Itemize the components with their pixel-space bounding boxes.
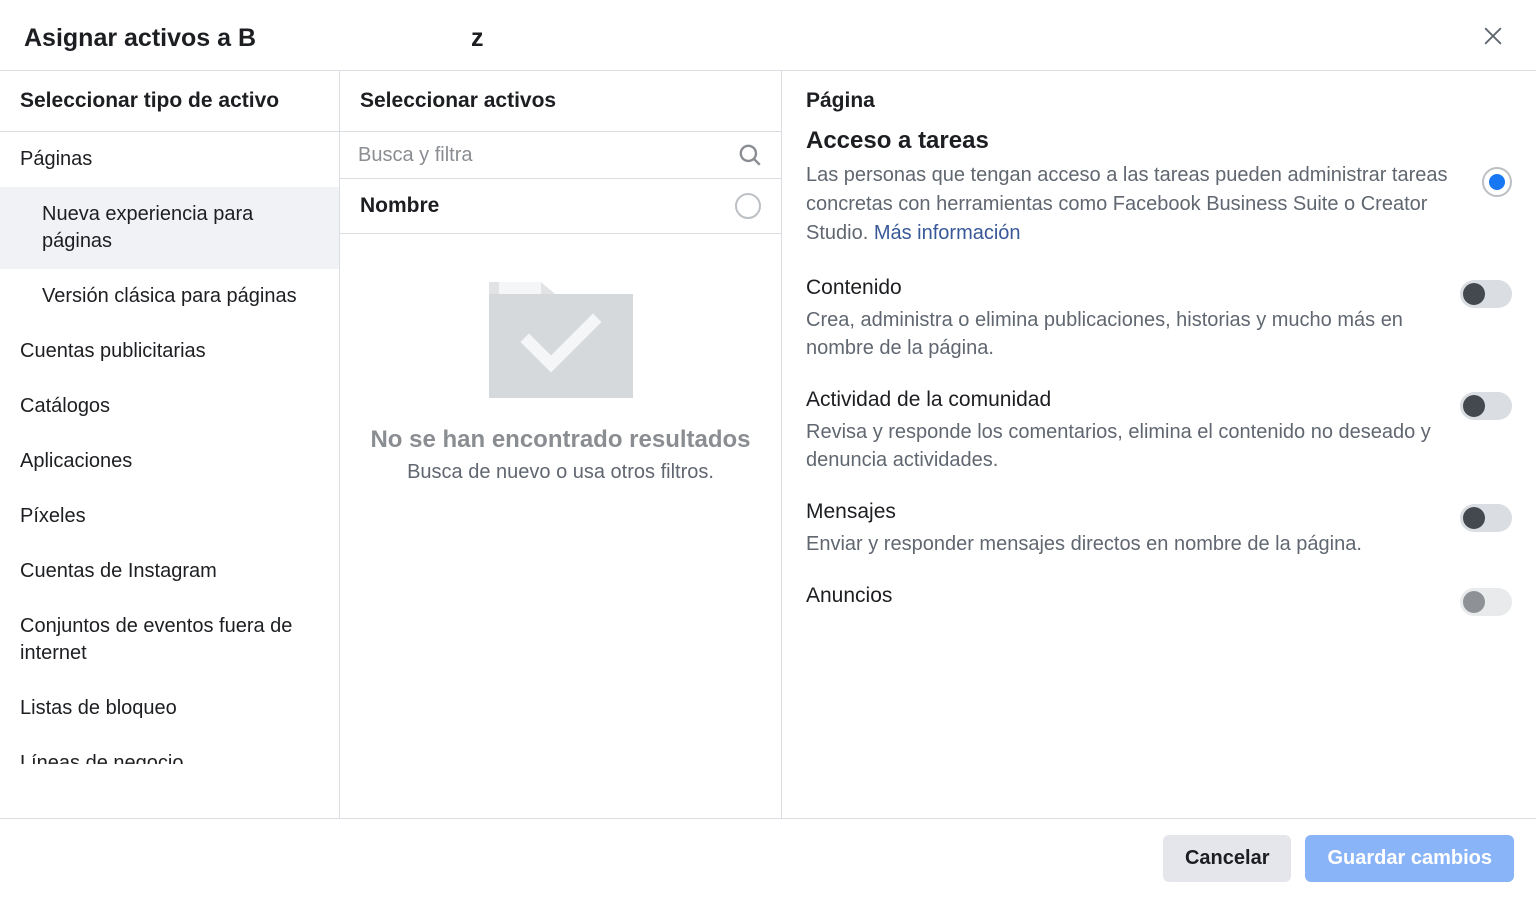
task-ads-toggle[interactable] — [1460, 588, 1512, 616]
permissions-panel: Página Acceso a tareas Las personas que … — [782, 71, 1536, 818]
asset-type-list: Páginas Nueva experiencia para páginas V… — [0, 132, 339, 764]
radio-selected-indicator — [1489, 174, 1505, 190]
asset-type-header: Seleccionar tipo de activo — [0, 71, 339, 132]
search-icon — [737, 142, 763, 168]
task-content-toggle[interactable] — [1460, 280, 1512, 308]
task-ads: Anuncios — [806, 584, 1512, 616]
asset-type-pixels[interactable]: Píxeles — [0, 489, 339, 544]
modal-body: Seleccionar tipo de activo Páginas Nueva… — [0, 70, 1536, 818]
task-access-heading: Acceso a tareas — [806, 127, 1462, 155]
task-access-desc: Las personas que tengan acceso a las tar… — [806, 161, 1462, 248]
asset-type-new-page-experience[interactable]: Nueva experiencia para páginas — [0, 187, 339, 269]
select-assets-header: Seleccionar activos — [340, 71, 781, 132]
task-community-heading: Actividad de la comunidad — [806, 388, 1440, 412]
modal-header: Asignar activos a B z — [0, 0, 1536, 70]
task-messages-desc: Enviar y responder mensajes directos en … — [806, 530, 1440, 558]
no-results-title: No se han encontrado resultados — [340, 424, 780, 455]
assign-assets-modal: Asignar activos a B z Seleccionar tipo d… — [0, 0, 1536, 898]
no-results-subtitle: Busca de nuevo o usa otros filtros. — [377, 461, 744, 484]
task-content-desc: Crea, administra o elimina publicaciones… — [806, 306, 1440, 362]
close-button[interactable] — [1474, 18, 1512, 58]
task-community-toggle[interactable] — [1460, 392, 1512, 420]
asset-type-instagram[interactable]: Cuentas de Instagram — [0, 544, 339, 599]
select-assets-panel: Seleccionar activos Nombre No se han enc… — [340, 71, 782, 818]
task-content: Contenido Crea, administra o elimina pub… — [806, 276, 1512, 362]
task-ads-heading: Anuncios — [806, 584, 1440, 608]
asset-type-offline-events[interactable]: Conjuntos de eventos fuera de internet — [0, 599, 339, 681]
title-left: Asignar activos a B — [24, 24, 256, 53]
task-messages-heading: Mensajes — [806, 500, 1440, 524]
cancel-button[interactable]: Cancelar — [1163, 835, 1292, 882]
search-input[interactable] — [358, 144, 737, 167]
modal-footer: Cancelar Guardar cambios — [0, 818, 1536, 898]
modal-title: Asignar activos a B z — [24, 24, 484, 53]
title-right: z — [471, 24, 484, 53]
task-messages: Mensajes Enviar y responder mensajes dir… — [806, 500, 1512, 558]
name-header-row: Nombre — [340, 179, 781, 234]
permission-section-title: Página — [806, 89, 1512, 113]
folder-empty-icon — [481, 264, 641, 404]
save-button[interactable]: Guardar cambios — [1305, 835, 1514, 882]
task-access-radio[interactable] — [1482, 167, 1512, 197]
asset-type-pages[interactable]: Páginas — [0, 132, 339, 187]
asset-type-business-lines[interactable]: Líneas de negocio — [0, 736, 339, 764]
task-content-heading: Contenido — [806, 276, 1440, 300]
select-all-radio[interactable] — [735, 193, 761, 219]
close-icon — [1482, 25, 1504, 47]
asset-type-panel: Seleccionar tipo de activo Páginas Nueva… — [0, 71, 340, 818]
search-row — [340, 132, 781, 179]
task-access-block: Acceso a tareas Las personas que tengan … — [806, 127, 1512, 248]
task-messages-toggle[interactable] — [1460, 504, 1512, 532]
asset-type-classic-pages[interactable]: Versión clásica para páginas — [0, 269, 339, 324]
task-community: Actividad de la comunidad Revisa y respo… — [806, 388, 1512, 474]
more-info-link[interactable]: Más información — [874, 222, 1021, 244]
name-column-label: Nombre — [360, 194, 439, 218]
task-community-desc: Revisa y responde los comentarios, elimi… — [806, 418, 1440, 474]
asset-type-apps[interactable]: Aplicaciones — [0, 434, 339, 489]
empty-state: No se han encontrado resultados Busca de… — [340, 234, 781, 818]
asset-type-block-lists[interactable]: Listas de bloqueo — [0, 681, 339, 736]
asset-type-catalogs[interactable]: Catálogos — [0, 379, 339, 434]
task-access-text: Acceso a tareas Las personas que tengan … — [806, 127, 1462, 248]
asset-type-ad-accounts[interactable]: Cuentas publicitarias — [0, 324, 339, 379]
